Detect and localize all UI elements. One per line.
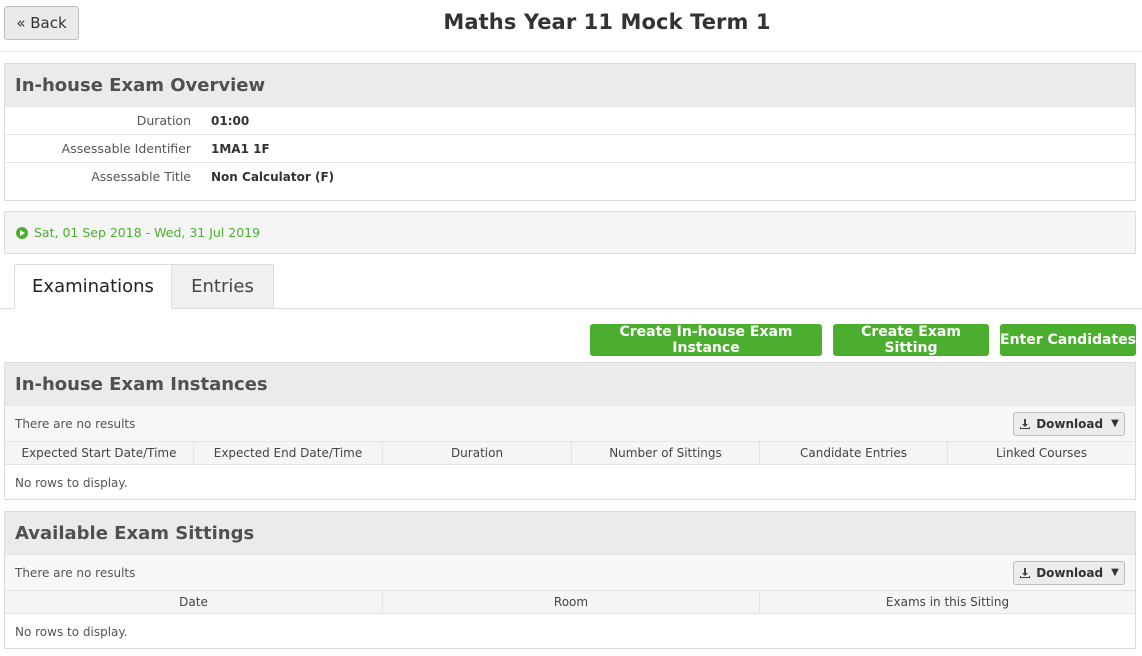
- sittings-table-header: Date Room Exams in this Sitting: [5, 590, 1135, 614]
- tab-bar: Examinations Entries: [0, 264, 1142, 309]
- sittings-heading: Available Exam Sittings: [5, 512, 1135, 554]
- caret-down-icon: ▼: [1111, 567, 1119, 578]
- tab-examinations[interactable]: Examinations: [14, 264, 172, 309]
- overview-row-identifier: Assessable Identifier 1MA1 1F: [5, 134, 1135, 162]
- column-header[interactable]: Duration: [382, 442, 571, 464]
- top-bar: « Back Maths Year 11 Mock Term 1: [0, 0, 1142, 52]
- exam-overview-panel: In-house Exam Overview Duration 01:00 As…: [4, 63, 1136, 201]
- enter-candidates-button[interactable]: Enter Candidates: [1000, 324, 1136, 356]
- assessable-title-label: Assessable Title: [91, 169, 191, 184]
- instances-download-label: Download: [1036, 416, 1104, 431]
- column-header[interactable]: Room: [382, 591, 759, 613]
- overview-row-duration: Duration 01:00: [5, 106, 1135, 134]
- overview-row-title: Assessable Title Non Calculator (F): [5, 162, 1135, 190]
- sittings-toolbar: There are no results Download ▼: [5, 554, 1135, 590]
- instances-table-header: Expected Start Date/Time Expected End Da…: [5, 441, 1135, 465]
- column-header[interactable]: Date: [5, 591, 382, 613]
- sittings-empty-row: No rows to display.: [15, 625, 128, 639]
- date-range-text: Sat, 01 Sep 2018 - Wed, 31 Jul 2019: [34, 225, 261, 240]
- instances-no-results: There are no results: [15, 416, 136, 431]
- overview-heading: In-house Exam Overview: [5, 64, 1135, 106]
- tab-entries[interactable]: Entries: [172, 264, 274, 309]
- column-header[interactable]: Linked Courses: [947, 442, 1135, 464]
- column-header[interactable]: Expected End Date/Time: [193, 442, 382, 464]
- sittings-download-button[interactable]: Download ▼: [1013, 560, 1125, 585]
- identifier-label: Assessable Identifier: [61, 141, 191, 156]
- exam-instances-panel: In-house Exam Instances There are no res…: [4, 362, 1136, 500]
- date-range-panel: Sat, 01 Sep 2018 - Wed, 31 Jul 2019: [4, 211, 1136, 254]
- create-exam-instance-button[interactable]: Create In-house Exam Instance: [590, 324, 822, 356]
- play-circle-icon: [16, 226, 28, 239]
- column-header[interactable]: Exams in this Sitting: [759, 591, 1135, 613]
- caret-down-icon: ▼: [1111, 418, 1119, 429]
- duration-label: Duration: [136, 113, 191, 128]
- page-title: Maths Year 11 Mock Term 1: [443, 10, 771, 34]
- instances-empty-row: No rows to display.: [15, 476, 128, 490]
- assessable-title-value: Non Calculator (F): [211, 169, 335, 184]
- download-icon: [1020, 567, 1031, 578]
- instances-toolbar: There are no results Download ▼: [5, 405, 1135, 441]
- column-header[interactable]: Candidate Entries: [759, 442, 947, 464]
- instances-download-button[interactable]: Download ▼: [1013, 411, 1125, 436]
- column-header[interactable]: Number of Sittings: [571, 442, 759, 464]
- exam-sittings-panel: Available Exam Sittings There are no res…: [4, 511, 1136, 649]
- column-header[interactable]: Expected Start Date/Time: [5, 442, 193, 464]
- duration-value: 01:00: [211, 113, 250, 128]
- sittings-no-results: There are no results: [15, 565, 136, 580]
- instances-heading: In-house Exam Instances: [5, 363, 1135, 405]
- create-exam-sitting-button[interactable]: Create Exam Sitting: [833, 324, 989, 356]
- identifier-value: 1MA1 1F: [211, 141, 270, 156]
- sittings-download-label: Download: [1036, 565, 1104, 580]
- download-icon: [1020, 418, 1031, 429]
